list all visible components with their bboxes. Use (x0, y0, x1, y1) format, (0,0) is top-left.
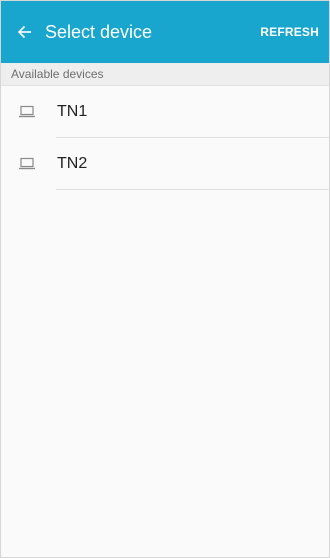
laptop-icon (16, 104, 38, 120)
back-button[interactable] (5, 1, 45, 63)
select-device-screen: Select device REFRESH Available devices … (0, 0, 330, 558)
available-devices-header: Available devices (1, 63, 329, 86)
app-bar: Select device REFRESH (1, 1, 329, 63)
device-item-tn2[interactable]: TN2 (1, 138, 329, 190)
page-title: Select device (45, 21, 153, 42)
laptop-icon (16, 156, 38, 172)
device-list: TN1 TN2 (1, 86, 329, 190)
list-divider (56, 189, 329, 190)
device-item-tn1[interactable]: TN1 (1, 86, 329, 138)
device-name: TN2 (57, 155, 88, 172)
refresh-button[interactable]: REFRESH (250, 1, 329, 63)
arrow-left-icon (17, 25, 31, 39)
device-name: TN1 (57, 103, 88, 120)
